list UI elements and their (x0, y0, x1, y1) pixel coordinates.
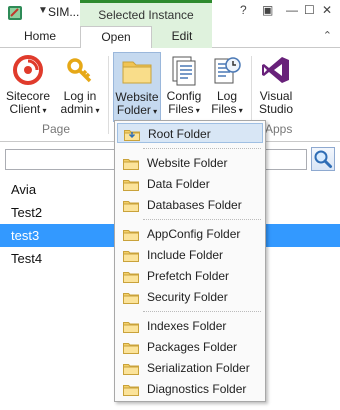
menu-item-diagnostics-folder[interactable]: Diagnostics Folder (117, 379, 263, 399)
website-folder-dropdown: Root Folder Website Folder Data Folder D… (114, 120, 266, 402)
log-files-button[interactable]: Log Files ▾ (207, 52, 247, 117)
title-bar: ▼ SIM... Selected Instance ? ▣ — ☐ ✕ (0, 0, 340, 26)
sitecore-client-button[interactable]: Sitecore Client ▾ (6, 52, 50, 117)
folder-icon (123, 199, 139, 212)
minimize-icon[interactable]: — (286, 3, 298, 17)
menu-item-data-folder[interactable]: Data Folder (117, 174, 263, 194)
menu-item-website-folder[interactable]: Website Folder (117, 153, 263, 173)
context-tab-header: Selected Instance (80, 0, 212, 26)
close-icon[interactable]: ✕ (322, 3, 332, 17)
search-button[interactable] (311, 147, 335, 171)
website-folder-button[interactable]: Website Folder ▾ (113, 52, 161, 122)
menu-item-root-folder[interactable]: Root Folder (117, 123, 263, 143)
menu-item-serialization-folder[interactable]: Serialization Folder (117, 358, 263, 378)
group-label-apps: Apps (265, 122, 293, 136)
website-folder-label-2: Folder (116, 103, 151, 117)
log-files-label-2: Files (211, 102, 237, 116)
folder-icon (123, 291, 139, 304)
log-in-admin-button[interactable]: Log in admin ▾ (58, 52, 102, 117)
log-files-icon (214, 57, 241, 84)
quick-access-dropdown-icon[interactable]: ▼ (38, 5, 48, 16)
search-icon (314, 150, 332, 168)
ribbon-tabs: Home Open Edit ⌃ (0, 26, 340, 49)
app-icon[interactable] (7, 5, 23, 21)
folder-icon (123, 270, 139, 283)
help-icon[interactable]: ? (240, 3, 247, 17)
chevron-down-icon: ▾ (150, 107, 158, 116)
menu-separator (143, 219, 261, 220)
folder-icon (122, 61, 152, 84)
log-in-admin-label-2: admin (60, 102, 94, 116)
menu-item-label: Packages Folder (147, 340, 238, 354)
menu-item-appconfig-folder[interactable]: AppConfig Folder (117, 224, 263, 244)
config-files-button[interactable]: Config Files ▾ (164, 52, 204, 117)
menu-item-indexes-folder[interactable]: Indexes Folder (117, 316, 263, 336)
maximize-icon[interactable]: ☐ (304, 3, 315, 17)
menu-item-label: Root Folder (148, 127, 211, 141)
menu-item-include-folder[interactable]: Include Folder (117, 245, 263, 265)
context-tab-title: Selected Instance (98, 8, 194, 22)
folder-icon (123, 249, 139, 262)
menu-separator (143, 148, 261, 149)
menu-item-label: Diagnostics Folder (147, 382, 247, 396)
folder-icon (123, 157, 139, 170)
chevron-down-icon: ▾ (93, 106, 100, 115)
menu-item-label: Prefetch Folder (147, 269, 230, 283)
folder-icon (123, 362, 139, 375)
menu-item-label: Data Folder (147, 177, 210, 191)
tab-edit[interactable]: Edit (152, 26, 212, 48)
tab-home[interactable]: Home (0, 26, 80, 48)
ribbon-options-icon[interactable]: ▣ (262, 3, 273, 17)
group-label-page: Page (42, 122, 71, 136)
group-separator (108, 56, 109, 134)
menu-item-prefetch-folder[interactable]: Prefetch Folder (117, 266, 263, 286)
menu-item-label: Security Folder (147, 290, 228, 304)
folder-icon (124, 128, 140, 141)
visual-studio-label-2: Studio (258, 102, 294, 116)
menu-item-label: Serialization Folder (147, 361, 250, 375)
menu-separator (143, 311, 261, 312)
menu-item-databases-folder[interactable]: Databases Folder (117, 195, 263, 215)
folder-icon (123, 341, 139, 354)
visual-studio-icon (262, 57, 289, 83)
chevron-down-icon: ▾ (193, 106, 200, 115)
tab-open[interactable]: Open (80, 26, 152, 49)
chevron-down-icon: ▾ (236, 106, 243, 115)
folder-icon (123, 320, 139, 333)
visual-studio-button[interactable]: Visual Studio (255, 52, 297, 116)
sitecore-icon (13, 55, 43, 85)
chevron-down-icon: ▾ (40, 106, 47, 115)
menu-item-label: Include Folder (147, 248, 224, 262)
folder-icon (123, 178, 139, 191)
config-files-label-2: Files (168, 102, 194, 116)
window-title: SIM... (48, 5, 80, 19)
menu-item-packages-folder[interactable]: Packages Folder (117, 337, 263, 357)
collapse-ribbon-icon[interactable]: ⌃ (323, 29, 332, 42)
menu-item-label: Indexes Folder (147, 319, 227, 333)
menu-item-label: Website Folder (147, 156, 228, 170)
menu-item-label: AppConfig Folder (147, 227, 241, 241)
config-files-icon (172, 56, 196, 86)
folder-icon (123, 383, 139, 396)
key-icon (67, 58, 92, 83)
folder-icon (123, 228, 139, 241)
menu-item-label: Databases Folder (147, 198, 242, 212)
menu-item-security-folder[interactable]: Security Folder (117, 287, 263, 307)
sitecore-client-label-2: Client (9, 102, 41, 116)
